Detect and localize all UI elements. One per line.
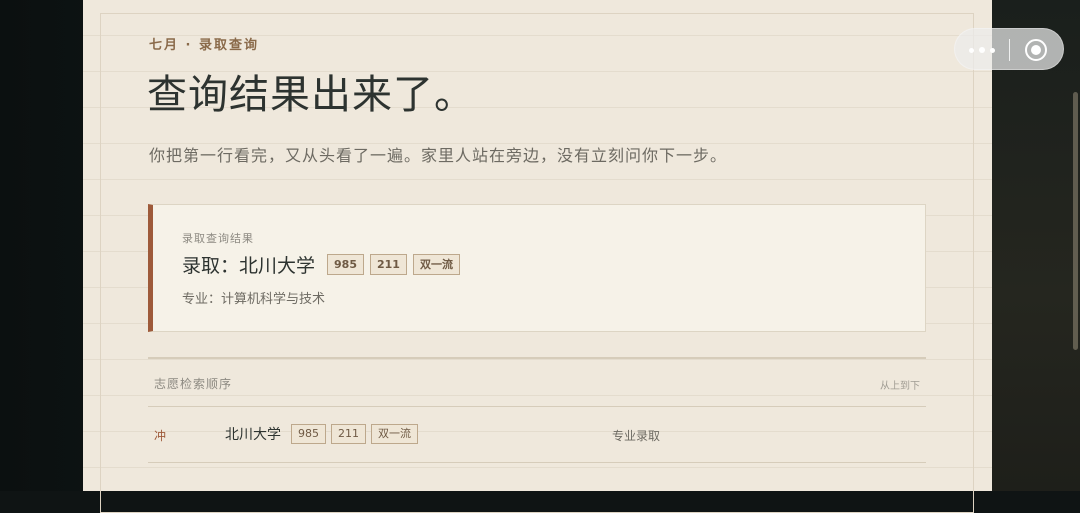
page-kicker: 七月 · 录取查询: [149, 38, 259, 53]
result-label: 录取查询结果: [182, 232, 254, 245]
result-main: 录取：北川大学 985 211 双一流: [182, 251, 460, 277]
backdrop-right: [992, 0, 1080, 491]
admitted-major: 专业：计算机科学与技术: [182, 292, 326, 307]
row-school: 北川大学 985 211 双一流: [225, 423, 418, 445]
more-dots-icon[interactable]: [955, 29, 1009, 71]
capsule-divider: [1009, 39, 1010, 61]
target-circle-icon[interactable]: [1025, 39, 1047, 61]
row-tag-985: 985: [291, 424, 326, 444]
row-tag-211: 211: [331, 424, 366, 444]
row-status: 专业录取: [612, 429, 661, 443]
page-title: 查询结果出来了。: [147, 72, 475, 118]
row-tag-double-first-class: 双一流: [371, 424, 418, 444]
tag-double-first-class: 双一流: [412, 253, 460, 275]
order-direction: 从上到下: [880, 381, 920, 392]
order-header: 志愿检索顺序 从上到下: [148, 357, 926, 407]
table-row[interactable]: 冲 北川大学 985 211 双一流 专业录取: [148, 407, 926, 463]
scrollbar-thumb[interactable]: [1073, 92, 1078, 350]
order-heading: 志愿检索顺序: [154, 377, 233, 391]
admitted-school: 录取：北川大学: [182, 254, 316, 277]
row-rank: 冲: [154, 429, 167, 443]
tag-985: 985: [327, 253, 364, 275]
paper-page: 七月 · 录取查询 查询结果出来了。 你把第一行看完，又从头看了一遍。家里人站在…: [83, 0, 992, 513]
tag-211: 211: [369, 253, 407, 275]
page-lede: 你把第一行看完，又从头看了一遍。家里人站在旁边，没有立刻问你下一步。: [149, 146, 728, 165]
result-card: 录取查询结果 录取：北川大学 985 211 双一流 专业：计算机科学与技术: [148, 204, 926, 332]
mini-program-capsule: [954, 28, 1064, 70]
row-school-name: 北川大学: [225, 427, 281, 443]
